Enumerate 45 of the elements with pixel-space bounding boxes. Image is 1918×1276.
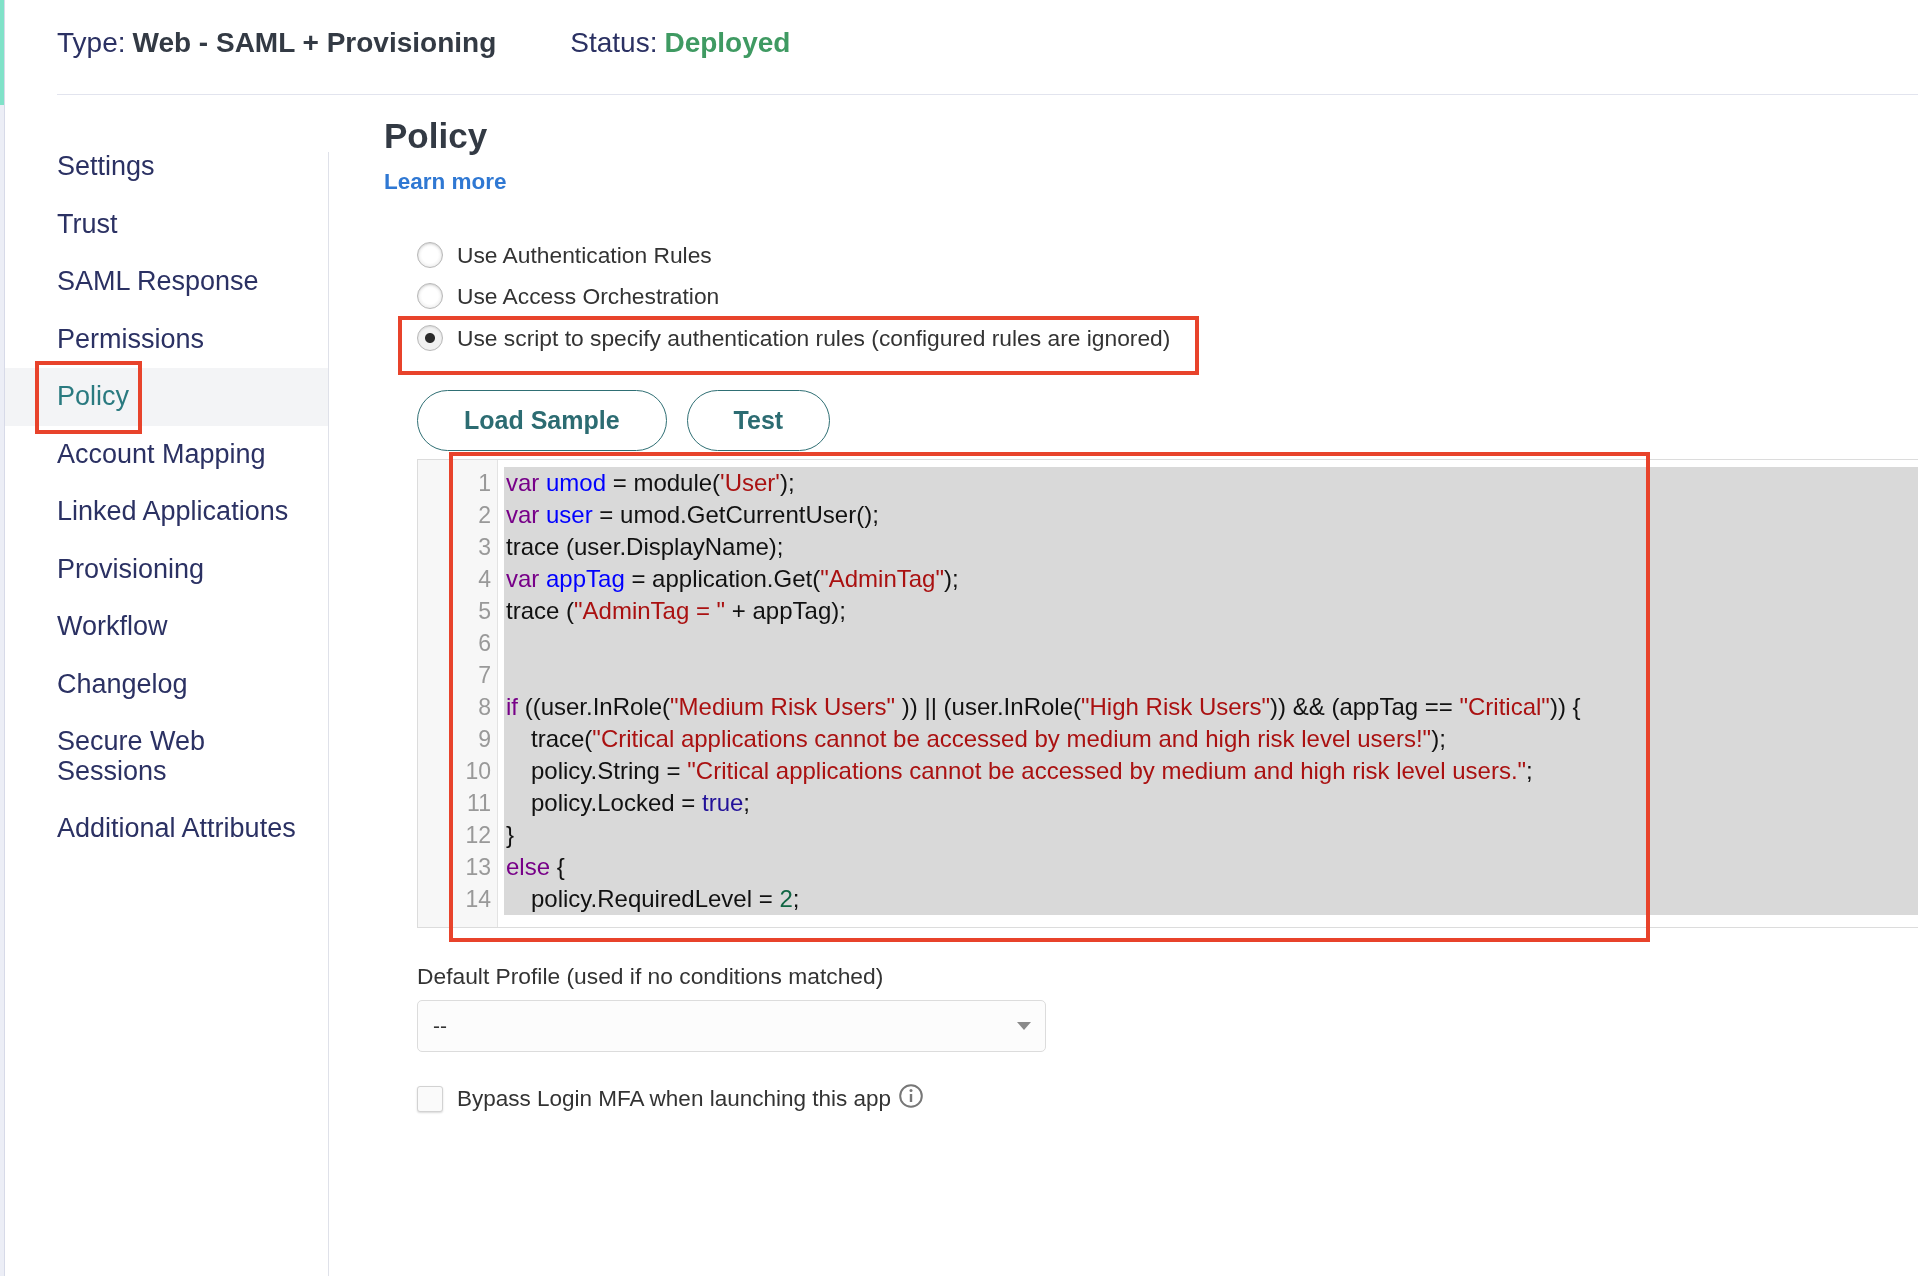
line-number: 8 — [477, 693, 492, 722]
line-number: 3 — [477, 533, 492, 562]
line-number: 5 — [477, 597, 492, 626]
checkbox[interactable] — [417, 1085, 443, 1112]
field-label: Type: — [57, 27, 126, 59]
line-number: 9 — [477, 725, 492, 754]
line-number: 11 — [466, 789, 492, 818]
sidebar-item[interactable]: Settings — [5, 138, 328, 196]
line-number: 7 — [477, 661, 492, 690]
radio-label: Use script to specify authentication rules (configured rules are ignored) — [457, 323, 1171, 352]
line-number: 13 — [464, 853, 492, 882]
line-number: 14 — [464, 885, 492, 914]
radio-label: Use Authentication Rules — [457, 240, 712, 269]
radio-label: Use Access Orchestration — [457, 282, 720, 311]
status-value: Deployed — [664, 27, 791, 59]
sidebar-item[interactable]: Secure Web Sessions — [5, 713, 328, 800]
caret-icon — [1017, 1021, 1031, 1030]
line-number: 1 — [477, 469, 492, 498]
line-number: 12 — [464, 821, 492, 850]
app-type: Web - SAML + Provisioning — [132, 27, 497, 59]
sidebar-item[interactable]: Permissions — [5, 310, 328, 368]
sidebar-item[interactable]: Provisioning — [5, 540, 328, 598]
sidebar-item[interactable]: Account Mapping — [5, 425, 328, 483]
page-title: Policy — [384, 115, 489, 157]
sidebar-item[interactable]: Workflow — [5, 598, 328, 656]
field-label: Default Profile (used if no conditions matched) — [417, 962, 885, 990]
info-icon[interactable] — [899, 1083, 924, 1108]
learn-more-link[interactable]: Learn more — [384, 168, 507, 196]
line-number: 4 — [477, 565, 492, 594]
checkbox-label: Bypass Login MFA when launching this app — [457, 1084, 892, 1113]
radio-button[interactable] — [417, 241, 443, 268]
radio-button[interactable] — [417, 324, 443, 351]
radio-button[interactable] — [417, 283, 443, 310]
profile-select[interactable]: -- — [417, 999, 1046, 1052]
sidebar-item[interactable]: Trust — [5, 195, 328, 253]
line-number: 10 — [464, 757, 492, 786]
line-number: 2 — [477, 501, 492, 530]
sidebar-item[interactable]: Additional Attributes — [5, 800, 328, 858]
sidebar-item[interactable]: SAML Response — [5, 253, 328, 311]
sidebar-item[interactable]: Linked Applications — [5, 483, 328, 541]
sidebar-item[interactable]: Changelog — [5, 655, 328, 713]
field-label: Status: — [570, 27, 658, 59]
action-button[interactable]: Load Sample — [417, 389, 667, 451]
line-number: 6 — [477, 629, 492, 658]
action-button[interactable]: Test — [686, 389, 831, 451]
